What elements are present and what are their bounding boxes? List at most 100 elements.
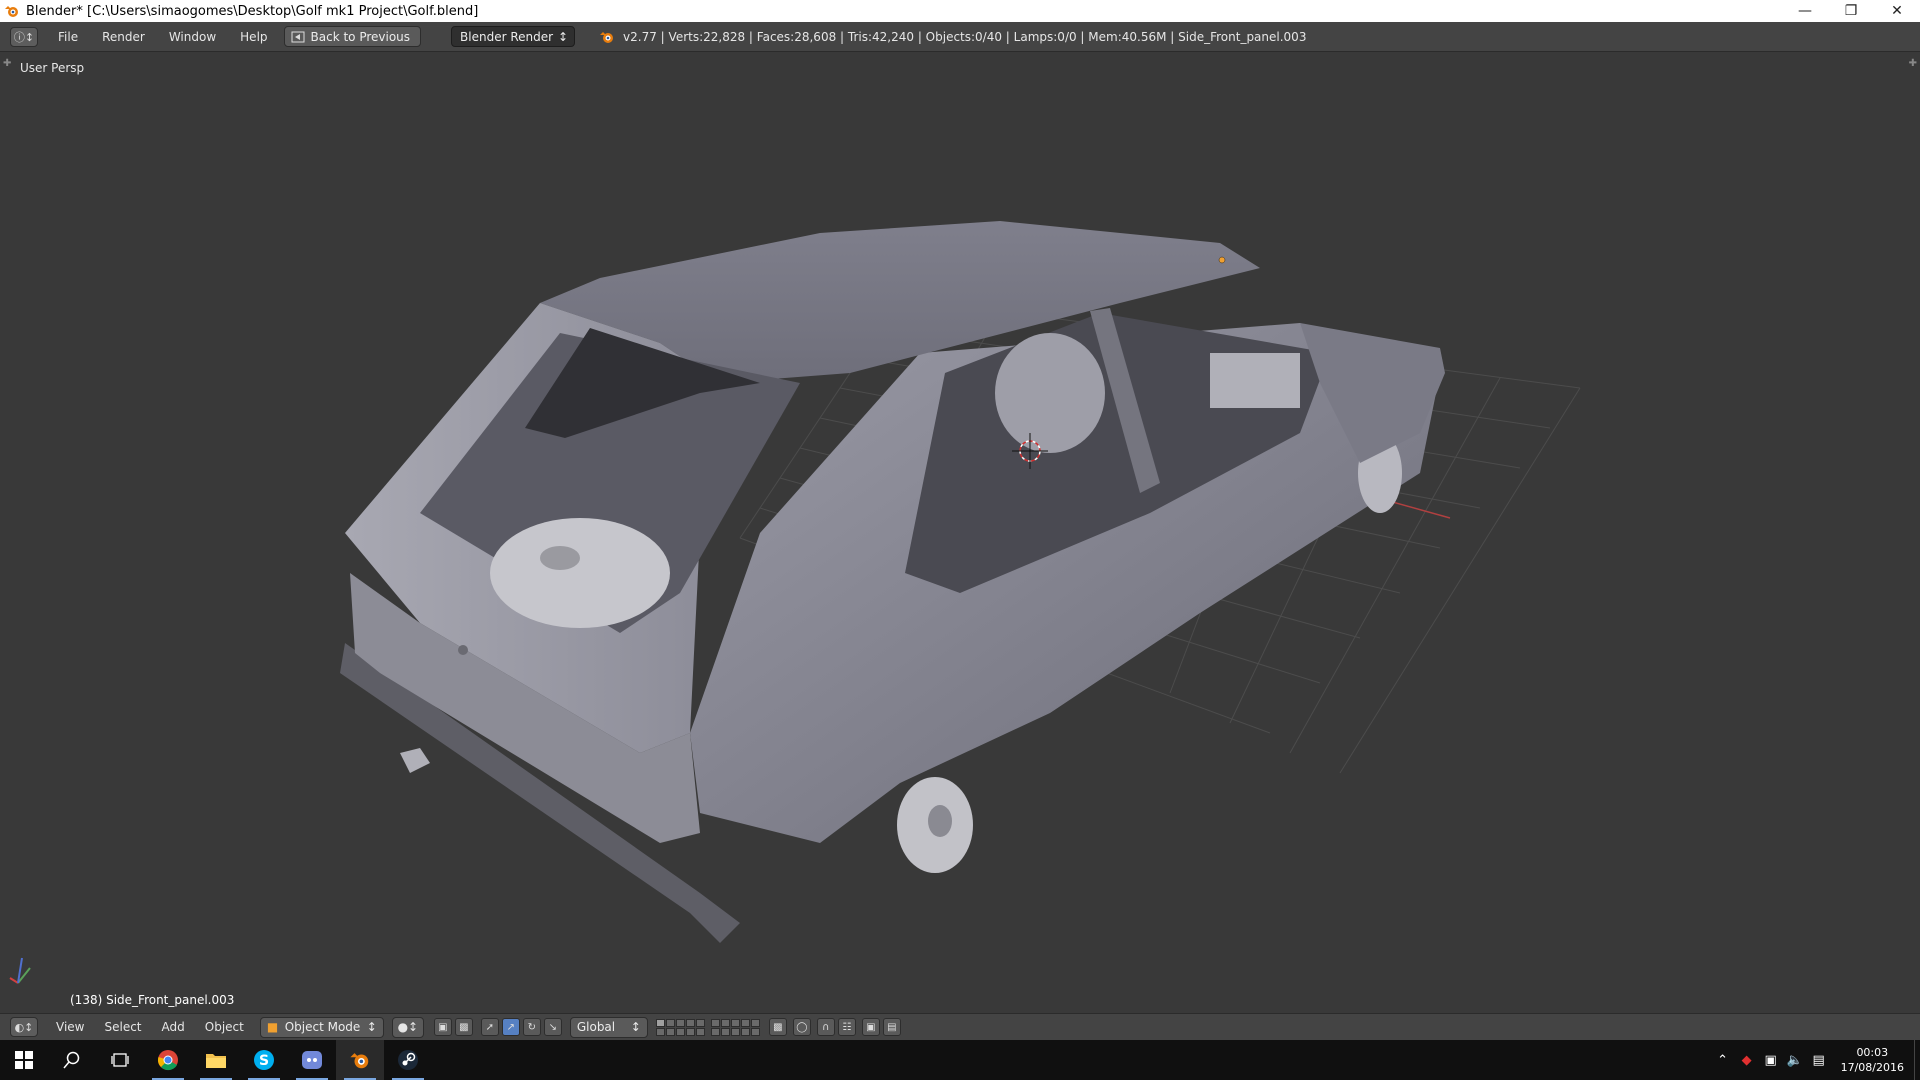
3d-viewport[interactable]: ✚ ✚ User Persp (138) Side_Front_panel.00… bbox=[0, 53, 1920, 1013]
snap-element-select[interactable]: ☷ bbox=[837, 1018, 856, 1036]
taskbar-clock[interactable]: 00:03 17/08/2016 bbox=[1841, 1045, 1904, 1075]
proportional-edit-icon: ◯ bbox=[796, 1021, 808, 1033]
scene-layers[interactable] bbox=[655, 1018, 766, 1036]
interior-seat bbox=[1210, 353, 1300, 408]
restore-button[interactable]: ❐ bbox=[1828, 0, 1874, 22]
render-engine-value: Blender Render bbox=[460, 29, 554, 44]
manipulate-center-button[interactable]: ▩ bbox=[454, 1018, 473, 1036]
taskbar-chrome[interactable] bbox=[144, 1040, 192, 1080]
layer-group-1[interactable] bbox=[655, 1018, 705, 1036]
menu-help[interactable]: Help bbox=[228, 30, 279, 44]
taskbar-blender[interactable] bbox=[336, 1040, 384, 1080]
object-origin[interactable] bbox=[1218, 256, 1226, 264]
layer-button[interactable] bbox=[750, 1027, 760, 1036]
search-button[interactable] bbox=[48, 1040, 96, 1080]
layer-button[interactable] bbox=[720, 1027, 730, 1036]
volume-icon[interactable]: 🔈 bbox=[1783, 1053, 1807, 1068]
menu-object[interactable]: Object bbox=[195, 1020, 254, 1034]
scale-manipulator[interactable]: ↘ bbox=[543, 1018, 562, 1036]
layer-button[interactable] bbox=[675, 1018, 685, 1027]
layer-button[interactable] bbox=[695, 1027, 705, 1036]
opengl-render-animation-button[interactable]: ▤ bbox=[882, 1018, 901, 1036]
magnet-icon: ∩ bbox=[822, 1021, 830, 1033]
region-expand-right-icon[interactable]: ✚ bbox=[1909, 58, 1917, 69]
3d-view-icon: ◐↕ bbox=[14, 1020, 34, 1034]
layer-button[interactable] bbox=[740, 1027, 750, 1036]
taskbar-skype[interactable]: S bbox=[240, 1040, 288, 1080]
task-view-button[interactable] bbox=[96, 1040, 144, 1080]
menu-view[interactable]: View bbox=[46, 1020, 94, 1034]
layer-button[interactable] bbox=[750, 1018, 760, 1027]
layer-button[interactable] bbox=[685, 1018, 695, 1027]
solid-shading-icon: ●↕ bbox=[397, 1020, 419, 1034]
blender-logo-icon bbox=[600, 31, 614, 43]
region-expand-left-icon[interactable]: ✚ bbox=[3, 58, 11, 69]
translate-arrow-icon: ↗ bbox=[506, 1021, 516, 1033]
layer-button[interactable] bbox=[675, 1027, 685, 1036]
editor-type-selector[interactable]: ⓘ↕ bbox=[10, 26, 38, 47]
discord-icon bbox=[302, 1051, 322, 1069]
transform-orientation-select[interactable]: Global ↕ bbox=[569, 1016, 648, 1038]
taskbar-file-explorer[interactable] bbox=[192, 1040, 240, 1080]
layer-button[interactable] bbox=[685, 1027, 695, 1036]
windows-taskbar: S ⌃ ◆ ▣ 🔈 ▤ 00:03 17/08/2016 bbox=[0, 1040, 1920, 1080]
chrome-icon bbox=[158, 1050, 178, 1071]
layer-button[interactable] bbox=[655, 1018, 665, 1027]
render-engine-select[interactable]: Blender Render ↕ bbox=[451, 26, 576, 47]
info-icon: ⓘ↕ bbox=[13, 30, 35, 44]
proportional-edit-button[interactable]: ◯ bbox=[792, 1018, 811, 1036]
spare-wheel bbox=[490, 518, 670, 628]
clock-time: 00:03 bbox=[1856, 1046, 1889, 1059]
updown-arrows-icon: ↕ bbox=[630, 1020, 641, 1034]
network-icon[interactable]: ▣ bbox=[1759, 1053, 1783, 1068]
pivot-point-button[interactable]: ▣ bbox=[433, 1018, 452, 1036]
screen-back-icon bbox=[291, 31, 305, 42]
exhaust-pipe bbox=[400, 748, 430, 773]
blender-logo-icon bbox=[5, 6, 18, 17]
car-model[interactable] bbox=[340, 221, 1445, 943]
layer-button[interactable] bbox=[710, 1018, 720, 1027]
opengl-render-button[interactable]: ▣ bbox=[861, 1018, 880, 1036]
editor-type-selector-3d[interactable]: ◐↕ bbox=[10, 1017, 38, 1037]
viewport-scene[interactable] bbox=[0, 53, 1920, 1013]
restore-icon: ❐ bbox=[1844, 3, 1858, 19]
start-button[interactable] bbox=[0, 1040, 48, 1080]
viewport-shading-select[interactable]: ●↕ bbox=[391, 1016, 424, 1038]
menu-add[interactable]: Add bbox=[152, 1020, 195, 1034]
active-object-label: (138) Side_Front_panel.003 bbox=[70, 993, 235, 1007]
taskbar-steam[interactable] bbox=[384, 1040, 432, 1080]
action-center-icon[interactable]: ▤ bbox=[1807, 1053, 1831, 1068]
menu-file[interactable]: File bbox=[46, 30, 90, 44]
layer-button[interactable] bbox=[665, 1027, 675, 1036]
interior-seat-back bbox=[995, 333, 1105, 453]
manipulator-toggle[interactable]: ➚ bbox=[480, 1018, 499, 1036]
close-button[interactable]: ✕ bbox=[1874, 0, 1920, 22]
snap-toggle-button[interactable]: ∩ bbox=[816, 1018, 835, 1036]
menu-window[interactable]: Window bbox=[157, 30, 228, 44]
rotate-manipulator[interactable]: ↻ bbox=[522, 1018, 541, 1036]
pivot-icon: ▣ bbox=[438, 1021, 448, 1033]
menu-render[interactable]: Render bbox=[90, 30, 157, 44]
layer-button[interactable] bbox=[730, 1018, 740, 1027]
translate-manipulator[interactable]: ↗ bbox=[501, 1018, 520, 1036]
taskbar-discord[interactable] bbox=[288, 1040, 336, 1080]
layer-button[interactable] bbox=[740, 1018, 750, 1027]
menu-select[interactable]: Select bbox=[94, 1020, 151, 1034]
show-desktop-button[interactable] bbox=[1914, 1040, 1920, 1080]
antivirus-icon[interactable]: ◆ bbox=[1735, 1053, 1759, 1068]
layer-button[interactable] bbox=[710, 1027, 720, 1036]
center-points-icon: ▩ bbox=[459, 1021, 469, 1033]
show-hidden-icons[interactable]: ⌃ bbox=[1711, 1053, 1735, 1068]
lock-layers-button[interactable]: ▩ bbox=[768, 1018, 787, 1036]
layer-button[interactable] bbox=[695, 1018, 705, 1027]
layer-button[interactable] bbox=[720, 1018, 730, 1027]
minimize-button[interactable]: — bbox=[1782, 0, 1828, 22]
layer-button[interactable] bbox=[665, 1018, 675, 1027]
layer-button[interactable] bbox=[730, 1027, 740, 1036]
back-to-previous-button[interactable]: Back to Previous bbox=[283, 26, 422, 47]
layer-group-2[interactable] bbox=[710, 1018, 760, 1036]
interaction-mode-select[interactable]: ■ Object Mode ↕ bbox=[259, 1016, 384, 1038]
layer-button[interactable] bbox=[655, 1027, 665, 1036]
camera-icon: ▣ bbox=[866, 1021, 876, 1033]
transform-orientation-value: Global bbox=[576, 1020, 616, 1034]
